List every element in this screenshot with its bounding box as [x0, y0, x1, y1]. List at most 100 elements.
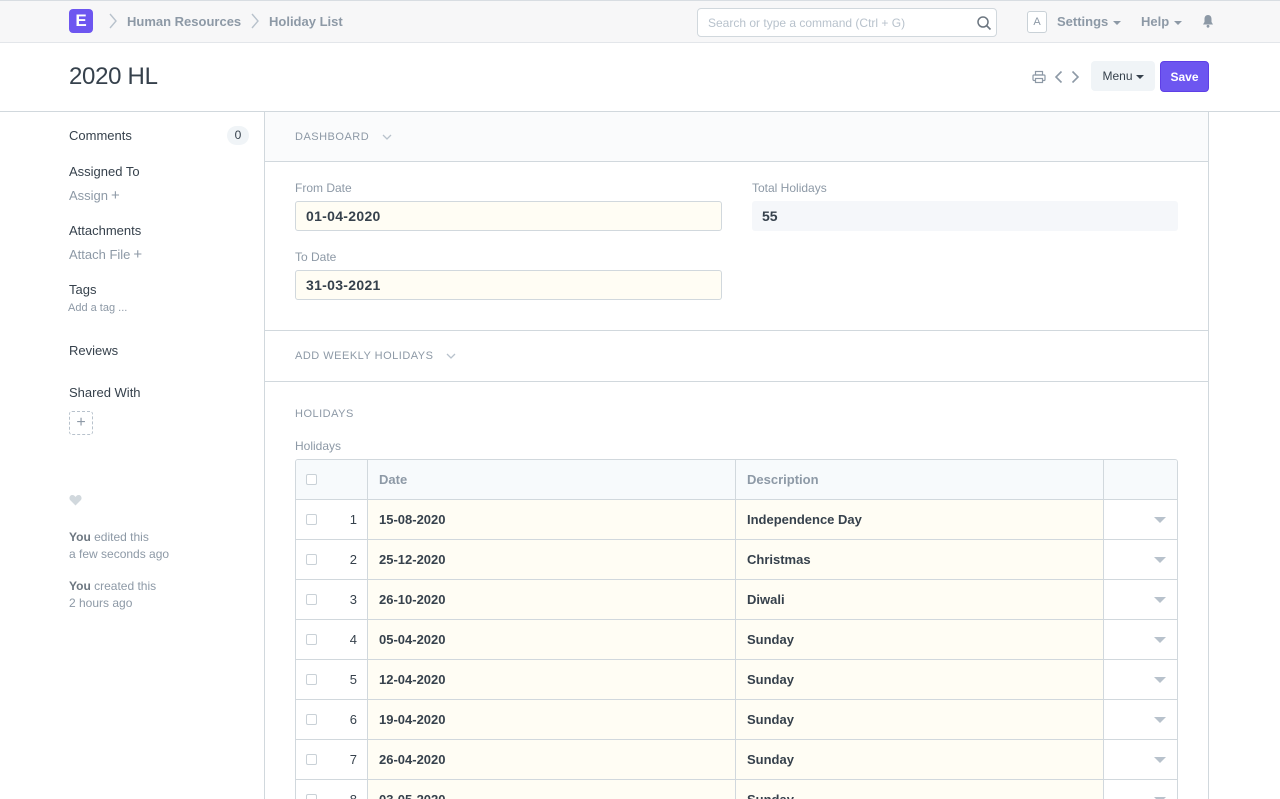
row-checkbox[interactable] [306, 714, 317, 725]
description-cell[interactable]: Independence Day [736, 500, 1104, 539]
page-head: 2020 HL Menu Save [0, 43, 1280, 112]
row-checkbox[interactable] [306, 794, 317, 799]
attach-file-link[interactable]: Attach File + [69, 246, 142, 263]
row-select-cell: 2 [296, 540, 368, 579]
to-date-input[interactable]: 31-03-2021 [295, 270, 722, 300]
row-checkbox[interactable] [306, 514, 317, 525]
search-icon[interactable] [976, 15, 992, 31]
tags-label: Tags [69, 282, 97, 297]
row-checkbox[interactable] [306, 554, 317, 565]
add-tag-link[interactable]: Add a tag ... [68, 302, 127, 314]
bell-icon[interactable] [1201, 14, 1215, 28]
row-dropdown-icon[interactable] [1154, 557, 1166, 563]
date-cell[interactable]: 12-04-2020 [368, 660, 736, 699]
column-header-description: Description [736, 460, 1104, 499]
date-cell[interactable]: 15-08-2020 [368, 500, 736, 539]
activity-user[interactable]: You [69, 579, 91, 593]
row-select-cell: 3 [296, 580, 368, 619]
row-actions-cell [1104, 620, 1177, 659]
holidays-table-label: Holidays [295, 439, 342, 453]
menu-button[interactable]: Menu [1091, 61, 1155, 91]
from-date-input[interactable]: 01-04-2020 [295, 201, 722, 231]
description-cell[interactable]: Sunday [736, 700, 1104, 739]
table-body: 1 15-08-2020 Independence Day 2 25-12-2020 Ch… [296, 500, 1177, 799]
save-button[interactable]: Save [1160, 61, 1209, 92]
table-row[interactable]: 1 15-08-2020 Independence Day [296, 500, 1177, 540]
search-input[interactable] [698, 9, 958, 36]
row-select-cell: 1 [296, 500, 368, 539]
row-dropdown-icon[interactable] [1154, 597, 1166, 603]
row-index: 1 [349, 512, 357, 527]
help-dropdown[interactable]: Help [1141, 14, 1183, 29]
description-cell[interactable]: Sunday [736, 660, 1104, 699]
row-index: 4 [349, 632, 357, 647]
add-share-button[interactable]: + [69, 411, 93, 435]
row-dropdown-icon[interactable] [1154, 677, 1166, 683]
row-checkbox[interactable] [306, 754, 317, 765]
row-index: 7 [349, 752, 357, 767]
description-cell[interactable]: Sunday [736, 780, 1104, 799]
row-checkbox[interactable] [306, 634, 317, 645]
row-select-cell: 6 [296, 700, 368, 739]
caret-down-icon [1135, 74, 1144, 79]
holidays-table: Date Description 1 15-08-2020 Independence… [295, 459, 1178, 799]
table-row[interactable]: 8 03-05-2020Sunday [296, 780, 1177, 799]
table-row[interactable]: 2 25-12-2020 Christmas [296, 540, 1177, 580]
row-dropdown-icon[interactable] [1154, 517, 1166, 523]
heart-icon[interactable] [69, 494, 82, 506]
activity-user[interactable]: You [69, 530, 91, 544]
chevron-right-icon [251, 13, 259, 29]
next-record-icon[interactable] [1068, 70, 1082, 84]
app-logo[interactable]: E [69, 9, 93, 33]
comments-label: Comments [69, 128, 132, 143]
assign-link-label: Assign [69, 188, 109, 203]
form-layout: DASHBOARD From Date 01-04-2020 Total Hol… [264, 112, 1209, 799]
date-cell[interactable]: 03-05-2020 [368, 780, 736, 799]
date-cell[interactable]: 26-10-2020 [368, 580, 736, 619]
weekly-holidays-section-head[interactable]: ADD WEEKLY HOLIDAYS [265, 331, 1208, 382]
previous-record-icon[interactable] [1052, 70, 1066, 84]
activity-time: 2 hours ago [69, 596, 133, 610]
description-cell[interactable]: Diwali [736, 580, 1104, 619]
activity-item: You created this 2 hours ago [69, 578, 156, 612]
navbar: E Human Resources Holiday List A Setting… [0, 0, 1280, 43]
page-title: 2020 HL [69, 63, 158, 90]
date-cell[interactable]: 19-04-2020 [368, 700, 736, 739]
description-cell[interactable]: Sunday [736, 620, 1104, 659]
settings-dropdown[interactable]: Settings [1057, 14, 1122, 29]
dashboard-section-head[interactable]: DASHBOARD [265, 112, 1208, 162]
table-row[interactable]: 6 19-04-2020 Sunday [296, 700, 1177, 740]
table-row[interactable]: 4 05-04-2020 Sunday [296, 620, 1177, 660]
date-cell[interactable]: 26-04-2020 [368, 740, 736, 779]
table-row[interactable]: 5 12-04-2020 Sunday [296, 660, 1177, 700]
description-cell[interactable]: Christmas [736, 540, 1104, 579]
avatar[interactable]: A [1027, 11, 1047, 33]
breadcrumb-human-resources[interactable]: Human Resources [127, 14, 241, 29]
date-cell[interactable]: 25-12-2020 [368, 540, 736, 579]
print-icon[interactable] [1032, 70, 1046, 84]
row-select-cell: 5 [296, 660, 368, 699]
total-holidays-label: Total Holidays [752, 181, 827, 195]
row-dropdown-icon[interactable] [1154, 757, 1166, 763]
plus-icon: + [133, 246, 143, 263]
row-actions-cell [1104, 740, 1177, 779]
assign-link[interactable]: Assign + [69, 187, 120, 204]
holidays-section-title: HOLIDAYS [295, 408, 354, 420]
row-checkbox[interactable] [306, 594, 317, 605]
table-header-row: Date Description [296, 460, 1177, 500]
search-bar [697, 8, 997, 37]
date-cell[interactable]: 05-04-2020 [368, 620, 736, 659]
table-row[interactable]: 7 26-04-2020 Sunday [296, 740, 1177, 780]
breadcrumb-holiday-list[interactable]: Holiday List [269, 14, 343, 29]
select-all-checkbox[interactable] [306, 474, 317, 485]
chevron-down-icon [382, 134, 392, 140]
description-cell[interactable]: Sunday [736, 740, 1104, 779]
activity-time: a few seconds ago [69, 547, 170, 561]
row-dropdown-icon[interactable] [1154, 717, 1166, 723]
settings-label: Settings [1057, 14, 1109, 29]
table-row[interactable]: 3 26-10-2020 Diwali [296, 580, 1177, 620]
row-actions-cell [1104, 780, 1177, 799]
attach-file-label: Attach File [69, 247, 131, 262]
row-dropdown-icon[interactable] [1154, 637, 1166, 643]
row-checkbox[interactable] [306, 674, 317, 685]
